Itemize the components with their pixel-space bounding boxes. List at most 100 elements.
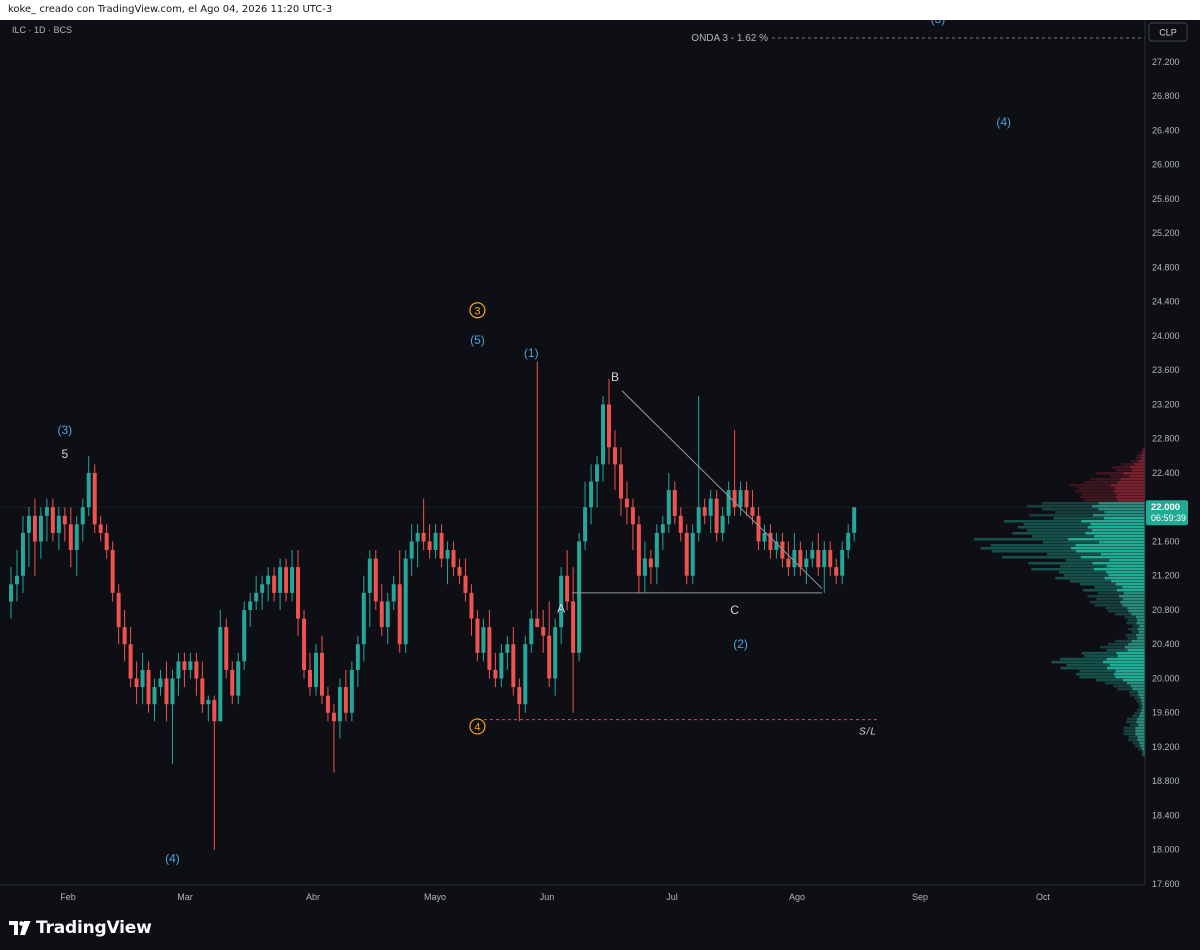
candle-body <box>391 584 396 602</box>
candle-body <box>134 678 139 688</box>
candle-body <box>337 687 342 722</box>
candle-body <box>92 472 97 525</box>
profile-row-value <box>1099 540 1145 544</box>
candle-body <box>98 524 103 533</box>
candle-body <box>218 627 223 722</box>
candle-body <box>618 464 623 499</box>
candle-body <box>726 490 731 516</box>
brand-bar <box>0 908 1200 950</box>
profile-row-value <box>1141 708 1145 712</box>
profile-row-value <box>1076 549 1145 553</box>
profile-row-value <box>1115 582 1145 586</box>
profile-row-value <box>1080 555 1145 559</box>
candle-body <box>601 404 606 465</box>
price-tick-label: 21.600 <box>1152 536 1180 546</box>
profile-row-value <box>1135 729 1145 733</box>
currency-label: CLP <box>1159 28 1177 38</box>
candle-body <box>427 541 432 551</box>
profile-row-value <box>1135 732 1145 736</box>
profile-row-value <box>1111 579 1145 583</box>
candle-body <box>553 627 558 679</box>
candle-body <box>128 644 133 679</box>
wave-labels: (3) 5 (4) 3 (5) (1) 4 A B C (2) (3) (4) <box>57 20 1011 865</box>
candle-body <box>9 584 13 602</box>
profile-row-value <box>1071 546 1145 550</box>
candle-body <box>595 464 600 482</box>
candle-body <box>481 627 486 653</box>
candle-body <box>325 695 330 713</box>
candle-body <box>373 558 378 602</box>
price-tick-label: 24.000 <box>1152 331 1180 341</box>
candle-body <box>224 627 229 670</box>
profile-row-value <box>1114 486 1145 490</box>
wave-label: A <box>557 601 565 615</box>
candle-body <box>14 575 19 585</box>
profile-row-value <box>1122 603 1145 607</box>
candle-body <box>200 678 205 705</box>
candle-body <box>762 532 767 542</box>
profile-row-value <box>1124 645 1145 649</box>
profile-row-value <box>1136 717 1145 721</box>
profile-row-value <box>1139 741 1145 745</box>
profile-row-value <box>1106 564 1145 568</box>
profile-row-value <box>1090 522 1145 526</box>
profile-row-value <box>1128 642 1145 646</box>
candle-body <box>50 507 55 533</box>
candle-body <box>511 644 516 688</box>
candle-body <box>361 592 366 645</box>
candle-body <box>660 524 665 533</box>
candle-body <box>589 481 594 508</box>
last-price-countdown: 06:59:39 <box>1151 513 1186 523</box>
candle-body <box>577 541 582 653</box>
profile-row-value <box>1085 531 1145 535</box>
candle-body <box>194 661 199 679</box>
candle-body <box>44 507 49 516</box>
candle-body <box>846 532 851 551</box>
profile-row-value <box>1106 666 1145 670</box>
time-tick-label: Abr <box>306 892 320 902</box>
price-tick-label: 27.200 <box>1152 57 1180 67</box>
candle-body <box>385 601 390 628</box>
profile-row-value <box>1138 693 1145 697</box>
profile-row-value <box>1135 726 1145 730</box>
price-chart[interactable]: ILC · 1D · BCS ONDA 3 - 1.62 % S/L (3) 5 (4… <box>0 20 1200 908</box>
candle-body <box>38 515 43 542</box>
profile-row-value <box>1115 675 1145 679</box>
time-tick-label: Ago <box>789 892 805 902</box>
profile-row-value <box>1140 711 1145 715</box>
price-axis[interactable]: 27.60027.20026.80026.40026.00025.60025.2… <box>1152 23 1180 889</box>
profile-row-value <box>1132 687 1145 691</box>
candle-body <box>32 515 37 542</box>
profile-row-value <box>1137 618 1145 622</box>
wave-label: (5) <box>470 333 485 347</box>
currency-badge[interactable]: CLP <box>1148 22 1188 42</box>
profile-row-value <box>1134 463 1145 466</box>
candle-body <box>319 652 324 696</box>
candle-body <box>499 652 504 679</box>
candle-body <box>415 532 420 542</box>
price-tick-label: 18.400 <box>1152 810 1180 820</box>
time-axis[interactable]: Feb Mar Abr Mayo Jun Jul Ago Sep Oct <box>60 892 1050 902</box>
profile-row-value <box>1141 457 1145 460</box>
profile-row-value <box>1115 495 1145 499</box>
profile-row-value <box>1128 609 1145 613</box>
candle-body <box>284 567 289 593</box>
candle-body <box>331 712 336 722</box>
candle-body <box>642 558 647 576</box>
candle-body <box>708 498 713 516</box>
candle-body <box>397 584 402 645</box>
candle-body <box>457 567 462 576</box>
candle-body <box>816 550 821 568</box>
candle-body <box>433 532 438 551</box>
candle-body <box>236 661 241 696</box>
profile-row-value <box>1141 699 1145 703</box>
candle-body <box>110 550 115 593</box>
profile-row-value <box>1130 684 1145 688</box>
candle-body <box>702 507 707 516</box>
brand-name: TradingView <box>36 918 152 938</box>
wave-label: B <box>611 370 619 384</box>
candle-body <box>541 627 546 636</box>
candle-body <box>792 550 797 568</box>
profile-row-value <box>1111 483 1145 487</box>
candle-body <box>290 567 295 593</box>
